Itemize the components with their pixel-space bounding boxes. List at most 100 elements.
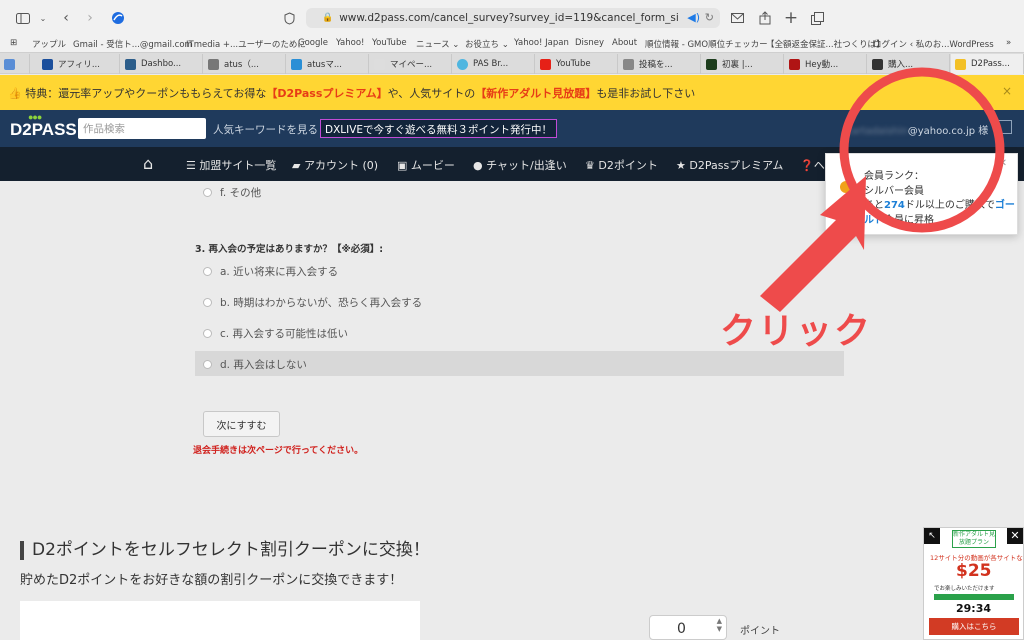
bookmark-item[interactable]: Yahoo! [336,38,364,48]
nav-item-points[interactable]: ♛ D2ポイント [585,157,658,173]
survey-option-f[interactable]: f. その他 [203,185,261,200]
d2pass-logo[interactable]: ●●● D2PASS [10,112,77,140]
promo-close-icon[interactable]: × [1002,84,1012,98]
search-input[interactable]: 作品検索 [78,118,206,139]
coupon-panel [20,601,420,640]
points-section-subtitle: 貯めたD2ポイントをお好きな額の割引クーポンに交換できます！ [20,573,403,588]
bookmark-item[interactable]: 【全額返金保証...社つくりば】 [766,38,885,50]
tab[interactable]: Hey動... [785,54,867,74]
bookmark-item[interactable]: Google [298,38,328,48]
privacy-shield-icon[interactable] [280,9,298,27]
survey-option-c[interactable]: c. 再入会する可能性は低い [203,326,348,341]
sidebar-toggle-icon[interactable] [14,9,32,27]
bookmark-item[interactable]: YouTube [372,38,407,48]
address-bar[interactable]: 🔒 www.d2pass.com/cancel_survey?survey_id… [306,8,720,28]
radio-button[interactable] [203,360,212,369]
next-button[interactable]: 次にすすむ [203,411,280,437]
unlimited-link[interactable]: 【新作アダルト見放題】 [475,87,596,100]
nav-item-movies[interactable]: ▣ ムービー [397,157,455,173]
thumbs-up-icon: 👍 [8,87,22,100]
bookmark-item[interactable]: アップル [32,38,66,50]
cancel-warning: 退会手続きは次ページで行ってください。 [193,446,364,456]
close-icon[interactable]: ✕ [1007,528,1023,544]
forward-arrow-icon[interactable]: › [81,9,99,27]
audio-icon[interactable]: ◀) [687,11,700,24]
home-icon[interactable]: ⌂ [143,154,153,173]
back-arrow-icon[interactable]: ‹ [57,9,75,27]
star-icon: ★ [676,159,690,172]
dxlive-banner[interactable]: DXLIVEで今すぐ遊べる無料３ポイント発行中！ [320,119,558,138]
radio-button[interactable] [203,188,212,197]
tab[interactable]: Dashbo... [121,54,203,74]
user-email-hidden: cartadaishin [846,126,908,137]
bookmark-item[interactable]: 順位情報 - GMO順位チェッカー [645,38,768,50]
bookmark-item[interactable]: About [612,38,637,48]
bookmark-item[interactable]: ニュース ⌄ [416,38,459,50]
bookmark-item[interactable]: Yahoo! Japan [514,38,569,48]
ad-widget[interactable]: ↖ ✕ 新作アダルト見放題プラン 12サイト分の動画が各サイトなら $25 でお… [923,527,1024,640]
ad-timer: 29:34 [955,602,991,615]
tab[interactable]: atus（... [204,54,286,74]
new-tab-icon[interactable]: + [782,8,800,28]
tab[interactable]: YouTube [536,54,618,74]
user-menu-icon[interactable] [998,120,1012,134]
nav-item-premium[interactable]: ★ D2Passプレミアム [676,157,783,173]
survey-option-d[interactable]: d. 再入会はしない [203,357,307,372]
tab[interactable]: アフィリ... [38,54,120,74]
reload-icon[interactable]: ↻ [705,11,714,24]
bookmark-item[interactable]: ITmedia +...ユーザーのために [186,38,306,50]
mail-icon[interactable] [728,9,746,27]
rank-value: シルバー会員 [864,186,924,197]
radio-button[interactable] [203,267,212,276]
tab-favicon-icon [374,58,385,70]
tab[interactable]: PAS Br... [453,54,535,74]
tab[interactable]: 投稿を... [619,54,701,74]
rank-upgrade-text-2: ルド会員に昇格 [864,215,934,226]
tab[interactable]: マイペー... [370,54,452,74]
points-unit-label: ポイント [740,626,780,637]
tab-active[interactable]: D2Pass... [951,54,1024,74]
reading-list-icon[interactable]: ⊞ [10,38,17,48]
radio-button[interactable] [203,329,212,338]
tab-favicon-icon [789,58,800,70]
nav-item-chat[interactable]: ● チャット/出逢い [473,157,567,173]
tab-favicon-icon [872,58,883,70]
tab[interactable]: atusマ... [287,54,369,74]
share-icon[interactable] [756,9,774,27]
nav-item-account[interactable]: ▰ アカウント (0) [292,157,378,173]
tab-overview-icon[interactable] [808,9,826,27]
popular-keywords-link[interactable]: 人気キーワードを見る [213,122,318,137]
tab-favicon-icon [955,58,966,70]
expand-icon[interactable]: ↖ [924,528,940,544]
premium-link[interactable]: 【D2Passプレミアム】 [266,87,387,100]
tab[interactable]: 初裏 |... [702,54,784,74]
nav-item-sites[interactable]: ☰ 加盟サイト一覧 [186,157,276,173]
bookmark-item[interactable]: Gmail - 受信ト...@gmail.com [73,38,193,50]
survey-option-b[interactable]: b. 時期はわからないが、恐らく再入会する [203,295,422,310]
bookmark-item[interactable]: お役立ち ⌄ [465,38,509,50]
list-icon: ☰ [186,159,200,172]
tab-pinned[interactable] [0,54,30,74]
tab-favicon-icon [208,58,219,70]
survey-option-a[interactable]: a. 近い将来に再入会する [203,264,338,279]
bookmark-item[interactable]: ログイン ‹ 私のお...WordPress [873,38,994,50]
rank-label: 会員ランク： [864,171,924,182]
points-section-title: D2ポイントをセルフセレクト割引クーポンに交換！ [20,541,430,560]
ad-buy-button[interactable]: 購入はこちら [929,618,1019,635]
tab[interactable]: 購入... [868,54,950,74]
tab-favicon-icon [4,58,15,70]
bookmarks-bar: ⊞ アップル Gmail - 受信ト...@gmail.com ITmedia … [0,36,1024,52]
bookmarks-overflow-icon[interactable]: » [1006,38,1011,48]
chevron-down-icon[interactable]: ⌄ [34,9,52,27]
nav-item-help[interactable]: ❓ヘ [800,157,825,173]
ad-logo: 新作アダルト見放題プラン [952,530,996,548]
url-text: www.d2pass.com/cancel_survey?survey_id=1… [339,12,679,24]
radio-button[interactable] [203,298,212,307]
gold-link[interactable]: ゴー [995,200,1015,211]
bookmark-item[interactable]: Disney [575,38,604,48]
user-account-menu[interactable]: cartadaishin@yahoo.co.jp 様 [846,122,988,137]
points-input[interactable]: 0 ▲ ▼ [649,615,727,640]
tab-favicon-icon [42,58,53,70]
stepper-arrows-icon[interactable]: ▲ ▼ [717,617,722,633]
close-icon[interactable]: ✕ [999,158,1007,169]
